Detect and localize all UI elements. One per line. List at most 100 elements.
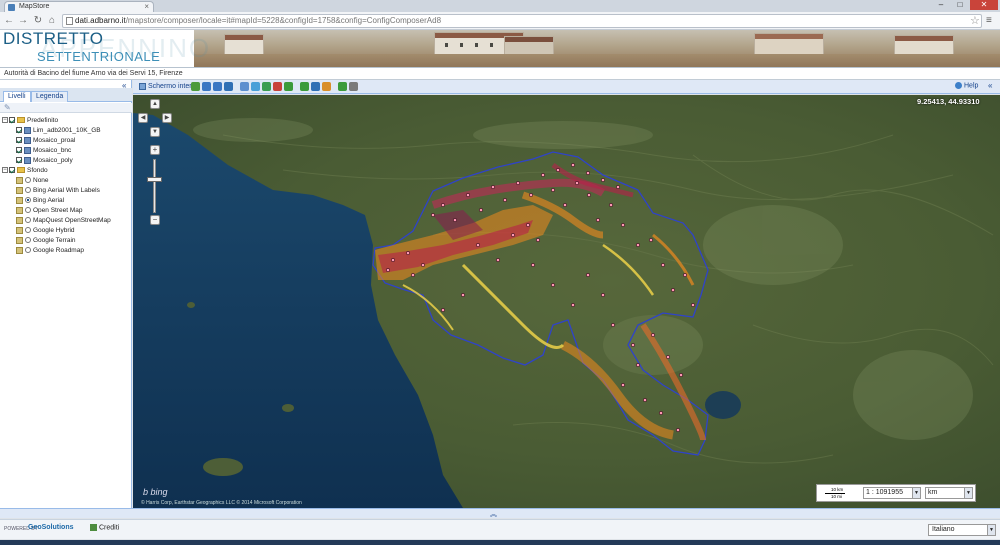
layer-checkbox[interactable] — [16, 147, 22, 154]
info-icon[interactable] — [251, 82, 260, 91]
banner-flood-photo — [194, 30, 1000, 67]
collapse-icon[interactable]: − — [2, 117, 8, 124]
window-maximize-button[interactable]: □ — [951, 0, 969, 10]
base-layer-radio[interactable] — [25, 187, 31, 194]
collapse-right-panel-button[interactable]: « — [988, 81, 992, 90]
pan-icon[interactable] — [224, 82, 233, 91]
layer-panel-tabs: Livelli Legenda — [0, 88, 132, 102]
layer-group[interactable]: − Predefinito — [2, 116, 130, 126]
query-icon[interactable] — [300, 82, 309, 91]
credits-button[interactable]: Crediti — [90, 524, 119, 531]
zoom-extent-icon[interactable] — [191, 82, 200, 91]
home-button[interactable]: ⌂ — [46, 15, 58, 27]
base-layer-radio[interactable] — [25, 227, 31, 234]
base-layer-item[interactable]: None — [2, 176, 130, 186]
zoom-out-button[interactable]: − — [150, 215, 160, 225]
tree-item-label: Predefinito — [27, 117, 59, 124]
island-small — [282, 404, 294, 412]
layer-checkbox[interactable] — [16, 137, 22, 144]
layer-item[interactable]: Mosaico_poly — [2, 156, 130, 166]
base-layer-radio[interactable] — [25, 207, 31, 214]
browser-tab[interactable]: MapStore × — [4, 1, 154, 12]
layer-panel: « Livelli Legenda ✎ − Predefinito Lim_adb2… — [0, 80, 132, 508]
units-dropdown[interactable]: km ▼ — [925, 487, 973, 499]
tree-item-label: MapQuest OpenStreetMap — [33, 217, 111, 224]
globe-icon[interactable] — [311, 82, 320, 91]
navigation-next-icon[interactable] — [273, 82, 282, 91]
base-layer-radio[interactable] — [25, 197, 31, 204]
tab-legenda[interactable]: Legenda — [31, 91, 69, 102]
zoom-in-button[interactable]: + — [150, 145, 160, 155]
select-icon[interactable] — [240, 82, 249, 91]
base-layer-radio[interactable] — [25, 237, 31, 244]
measure-icon[interactable] — [284, 82, 293, 91]
layer-group-checkbox[interactable] — [9, 117, 15, 124]
credits-label: Crediti — [99, 524, 120, 532]
zoom-slider-thumb[interactable] — [147, 177, 162, 182]
mapstore-browser-window: MapStore × – □ ✕ ← → ↻ ⌂ dati.adbarno.it… — [0, 0, 1000, 545]
printer-icon[interactable] — [349, 82, 358, 91]
layer-checkbox[interactable] — [16, 127, 22, 134]
status-bar: POWERED BY GeoSolutions Crediti Italiano… — [0, 519, 1000, 539]
base-layer-item[interactable]: Google Hybrid — [2, 226, 130, 236]
window-close-button[interactable]: ✕ — [970, 0, 998, 10]
base-layer-item[interactable]: Google Terrain — [2, 236, 130, 246]
pan-right-button[interactable]: ▶ — [162, 113, 172, 123]
forward-button[interactable]: → — [17, 15, 29, 27]
expand-bottom-panel-button[interactable]: ︽ — [490, 509, 497, 519]
layer-item[interactable]: Mosaico_proal — [2, 136, 130, 146]
geosolutions-logo[interactable]: GeoSolutions — [28, 524, 74, 531]
edit-pencil-icon[interactable]: ✎ — [4, 103, 11, 112]
layer-icon — [24, 136, 31, 144]
base-layer-item[interactable]: Open Street Map — [2, 206, 130, 216]
base-layer-icon — [16, 236, 23, 244]
base-layer-item[interactable]: Bing Aerial — [2, 196, 130, 206]
layer-icon — [24, 156, 31, 164]
language-value: Italiano — [932, 526, 955, 533]
base-layer-icon — [16, 206, 23, 214]
zoom-box-out-icon[interactable] — [213, 82, 222, 91]
base-layer-item[interactable]: Google Roadmap — [2, 246, 130, 256]
scale-dropdown[interactable]: 1 : 1091955 ▼ — [863, 487, 921, 499]
credits-icon — [90, 524, 97, 531]
layer-item[interactable]: Lim_adb2001_10K_GB — [2, 126, 130, 136]
bookmark-star-icon[interactable]: ☆ — [970, 14, 980, 27]
base-layer-radio[interactable] — [25, 247, 31, 254]
tree-item-label: None — [33, 177, 49, 184]
pan-down-button[interactable]: ▼ — [150, 127, 160, 137]
back-button[interactable]: ← — [3, 15, 15, 27]
url-host: dati.adbarno.it — [75, 16, 126, 25]
browser-menu-icon[interactable]: ≡ — [986, 15, 992, 26]
navigation-previous-icon[interactable] — [262, 82, 271, 91]
browser-toolbar: ← → ↻ ⌂ dati.adbarno.it/mapstore/compose… — [0, 12, 1000, 30]
address-bar[interactable]: dati.adbarno.it/mapstore/composer/locale… — [62, 14, 982, 28]
pan-up-button[interactable]: ▲ — [150, 99, 160, 109]
full-screen-button[interactable]: Schermo intero — [139, 82, 195, 92]
zoom-box-in-icon[interactable] — [202, 82, 211, 91]
help-button[interactable]: Help — [955, 82, 978, 89]
language-dropdown[interactable]: Italiano ▼ — [928, 524, 996, 536]
tab-close-icon[interactable]: × — [144, 2, 149, 12]
collapse-icon[interactable]: − — [2, 167, 8, 174]
base-layer-radio[interactable] — [25, 217, 31, 224]
folder-icon — [17, 167, 25, 174]
layer-group-checkbox[interactable] — [9, 167, 15, 174]
style-icon[interactable] — [322, 82, 331, 91]
layer-item[interactable]: Mosaico_bnc — [2, 146, 130, 156]
help-icon — [955, 82, 962, 89]
base-layer-item[interactable]: Bing Aerial With Labels — [2, 186, 130, 196]
window-minimize-button[interactable]: – — [932, 0, 950, 10]
folder-icon — [17, 117, 25, 124]
reload-button[interactable]: ↻ — [32, 15, 44, 27]
tab-livelli[interactable]: Livelli — [3, 91, 31, 102]
print-icon[interactable] — [338, 82, 347, 91]
pan-left-button[interactable]: ◀ — [138, 113, 148, 123]
layer-icon — [24, 146, 31, 154]
layer-checkbox[interactable] — [16, 157, 22, 164]
base-layer-radio[interactable] — [25, 177, 31, 184]
browser-tabstrip: MapStore × – □ ✕ — [0, 0, 1000, 12]
zoom-slider[interactable] — [153, 159, 156, 213]
map-viewport[interactable]: 9.25413, 44.93310 ▲ ◀ ▶ ▼ + − b bing © H… — [133, 95, 1000, 508]
layer-group[interactable]: − Sfondo — [2, 166, 130, 176]
base-layer-item[interactable]: MapQuest OpenStreetMap — [2, 216, 130, 226]
